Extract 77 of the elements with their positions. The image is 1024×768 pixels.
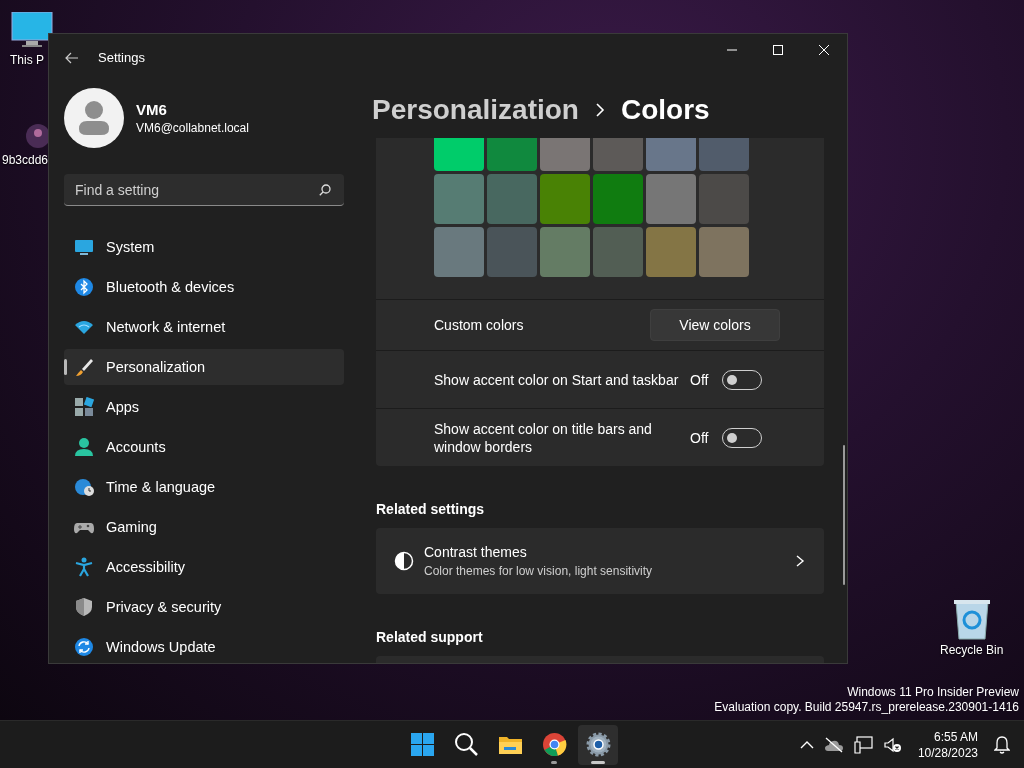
section-heading: Related support	[376, 628, 484, 647]
color-swatch[interactable]	[593, 174, 643, 224]
search-icon	[453, 732, 479, 757]
back-arrow-icon[interactable]	[65, 51, 79, 64]
link-title: Contrast themes	[424, 544, 528, 560]
clock-date: 10/28/2023	[917, 744, 978, 761]
person-silhouette-icon	[79, 101, 109, 135]
nav-item[interactable]: Privacy & security	[64, 589, 344, 625]
search-icon	[319, 184, 331, 196]
browser-icon	[541, 732, 567, 757]
nav-item[interactable]: Apps	[64, 389, 344, 425]
taskbar-button[interactable]	[578, 724, 618, 765]
color-swatch[interactable]	[699, 227, 749, 277]
bluetooth-icon	[74, 277, 94, 297]
volume-muted-icon[interactable]	[883, 736, 902, 753]
account-name: VM6	[136, 101, 168, 118]
monitor-icon	[74, 237, 94, 257]
system-notice-text: Windows 11 Pro Insider Preview	[847, 685, 1019, 700]
half-filled-circle-icon	[394, 551, 414, 571]
running-indicator	[551, 760, 557, 764]
search-field[interactable]: Find a setting	[64, 174, 344, 206]
color-swatch[interactable]	[540, 174, 590, 224]
view-colors-button[interactable]: View colors	[650, 309, 780, 341]
desktop-icon-label: This P	[10, 53, 44, 67]
nav-item[interactable]: Accounts	[64, 429, 344, 465]
color-swatch[interactable]	[593, 227, 643, 277]
nav-item[interactable]: Network & internet	[64, 309, 344, 345]
chevron-right-icon	[794, 555, 806, 567]
person-icon	[74, 437, 94, 457]
setting-label: Show accent color on Start and taskbar	[434, 370, 680, 389]
globe-clock-icon	[74, 477, 94, 497]
desktop-icon-label: 9b3cdd6	[2, 153, 49, 167]
clock-time: 6:55 AM	[933, 728, 978, 745]
section-heading: Related settings	[376, 500, 486, 519]
recycle-bin-icon[interactable]	[951, 598, 992, 640]
color-swatch[interactable]	[646, 227, 696, 277]
nav-item[interactable]: Time & language	[64, 469, 344, 505]
bell-icon[interactable]	[994, 735, 1010, 754]
toggle-state-text: Off	[690, 429, 709, 446]
account-email: VM6@collabnet.local	[136, 121, 249, 135]
color-swatch[interactable]	[434, 227, 484, 277]
accessibility-icon	[74, 557, 94, 577]
maximize-icon[interactable]	[773, 45, 783, 55]
color-swatch[interactable]	[487, 174, 537, 224]
link-description: Color themes for low vision, light sensitivity	[424, 564, 654, 578]
scrollbar[interactable]	[843, 445, 845, 585]
update-icon	[74, 637, 94, 657]
nav-item[interactable]: System	[64, 229, 344, 265]
nav-item[interactable]: Bluetooth & devices	[64, 269, 344, 305]
cloud-crossed-icon[interactable]	[823, 736, 844, 753]
running-indicator	[591, 760, 605, 764]
contrast-themes-card[interactable]: Contrast themes Color themes for low vision, light sensitivity	[376, 528, 824, 594]
nav-item[interactable]: Personalization	[64, 349, 344, 385]
monitor-icon[interactable]	[10, 12, 54, 50]
network-icon[interactable]	[853, 735, 874, 754]
desktop-icon-label: Recycle Bin	[940, 643, 1004, 657]
apps-icon	[74, 397, 94, 417]
page-title: Colors	[620, 93, 710, 126]
breadcrumb-link[interactable]: Personalization	[372, 93, 579, 126]
window-title: Settings	[98, 50, 146, 65]
color-swatch[interactable]	[646, 174, 696, 224]
start-icon	[409, 732, 435, 757]
color-swatch[interactable]	[540, 227, 590, 277]
color-swatch[interactable]	[487, 227, 537, 277]
color-swatch[interactable]	[434, 174, 484, 224]
close-icon[interactable]	[819, 45, 829, 55]
color-swatch[interactable]	[699, 174, 749, 224]
setting-label: Show accent color on title bars and window borders	[434, 419, 653, 456]
toggle-state-text: Off	[690, 371, 709, 388]
nav-item[interactable]: Windows Update	[64, 629, 344, 663]
shield-icon	[74, 597, 94, 617]
gear-icon	[585, 732, 611, 757]
system-notice-text: Evaluation copy. Build 25947.rs_prerelease.230901-1416	[714, 700, 1019, 715]
nav-item[interactable]: Accessibility	[64, 549, 344, 585]
paintbrush-icon	[74, 357, 94, 377]
setting-label: Custom colors	[434, 316, 525, 334]
nav-item[interactable]: Gaming	[64, 509, 344, 545]
